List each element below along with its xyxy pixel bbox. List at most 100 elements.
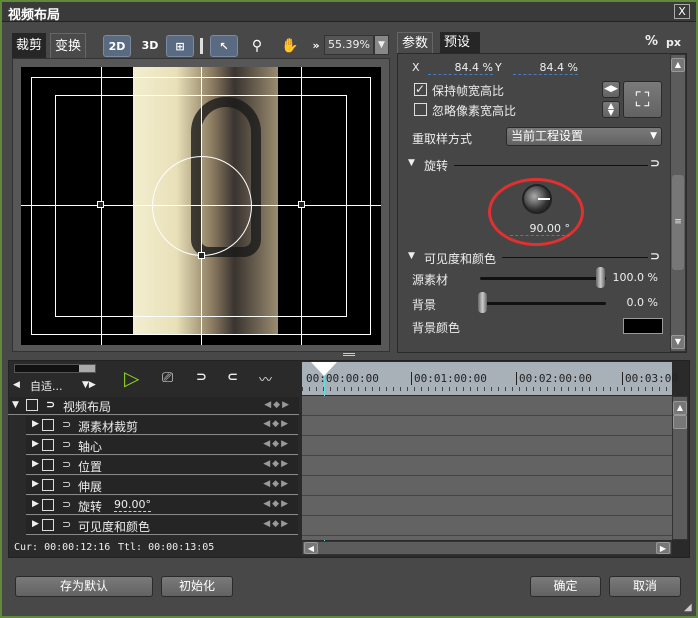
save-default-button[interactable]: 存为默认 xyxy=(15,576,153,597)
tab-transform[interactable]: 变换 xyxy=(50,33,87,58)
expand-icon[interactable]: ▶ xyxy=(32,479,39,489)
reset-visibility-icon[interactable]: ⊃ xyxy=(650,249,660,263)
reset-icon[interactable]: ⊃ xyxy=(62,518,71,531)
rotation-value-field[interactable]: 90.00 ° xyxy=(510,222,570,236)
flip-horizontal-button[interactable]: ◀▶ xyxy=(602,81,620,98)
resize-grip-icon[interactable]: ◢ xyxy=(684,602,692,613)
reset-icon[interactable]: ⊃ xyxy=(62,498,71,511)
play-icon[interactable]: ▷ xyxy=(124,366,139,390)
keyframe-nav[interactable]: ◀◆▶ xyxy=(263,419,290,429)
track-row[interactable]: ▶ ⊃ 源素材裁剪 ◀◆▶ xyxy=(26,416,298,435)
expand-icon[interactable]: ▶ xyxy=(32,459,39,469)
y-value-field[interactable]: 84.4 % xyxy=(513,61,578,75)
reset-icon[interactable]: ⊃ xyxy=(62,458,71,471)
track-checkbox[interactable] xyxy=(42,479,54,491)
expand-icon[interactable]: ▶ xyxy=(32,519,39,529)
scroll-thumb[interactable]: ≡ xyxy=(672,175,684,270)
ignore-pixel-aspect-checkbox[interactable] xyxy=(414,103,427,116)
zoom-prev-icon[interactable]: ◀ xyxy=(13,380,20,390)
handle-left[interactable] xyxy=(97,201,104,208)
scroll-thumb[interactable] xyxy=(673,415,687,429)
track-row[interactable]: ▶ ⊃ 旋转 90.00° ◀◆▶ xyxy=(26,496,298,515)
grid-button[interactable]: ⊞ xyxy=(166,35,194,57)
resample-dropdown[interactable]: 当前工程设置 ▼ xyxy=(506,127,662,146)
2d-mode-button[interactable]: 2D xyxy=(103,35,131,57)
keep-aspect-checkbox[interactable]: ✓ xyxy=(414,83,427,96)
bg-value[interactable]: 0.0 % xyxy=(612,296,658,309)
tab-crop[interactable]: 裁剪 xyxy=(12,33,47,58)
unit-px-button[interactable]: px xyxy=(666,36,681,49)
keyframe-nav[interactable]: ◀◆▶ xyxy=(263,439,290,449)
fit-frame-button[interactable]: ⛶ xyxy=(623,81,662,118)
reset-icon[interactable]: ⊃ xyxy=(62,438,71,451)
source-slider-thumb[interactable] xyxy=(596,267,605,288)
keyframe-nav[interactable]: ◀◆▶ xyxy=(263,479,290,489)
scroll-down-button[interactable]: ▼ xyxy=(671,335,685,349)
track-checkbox[interactable] xyxy=(42,419,54,431)
rotation-track-value[interactable]: 90.00° xyxy=(114,498,151,512)
ok-button[interactable]: 确定 xyxy=(530,576,601,597)
track-checkbox[interactable] xyxy=(42,459,54,471)
handle-bottom[interactable] xyxy=(198,252,205,259)
keyframe-nav[interactable]: ◀◆▶ xyxy=(263,499,290,509)
reset-icon[interactable]: ⊃ xyxy=(46,398,55,411)
track-checkbox[interactable] xyxy=(42,499,54,511)
hand-tool-button[interactable]: ✋ xyxy=(276,35,304,57)
expand-icon[interactable]: ▶ xyxy=(32,439,39,449)
track-checkbox[interactable] xyxy=(42,439,54,451)
timeline-v-scrollbar[interactable]: ▲ xyxy=(672,396,688,540)
params-scrollbar[interactable]: ▲ ≡ ▼ xyxy=(670,54,686,352)
keyframe-tracks-area[interactable] xyxy=(302,396,672,540)
track-row[interactable]: ▶ ⊃ 轴心 ◀◆▶ xyxy=(26,436,298,455)
timeline-zoom-slider[interactable] xyxy=(14,364,96,373)
x-value-field[interactable]: 84.4 % xyxy=(428,61,493,75)
curve-icon[interactable]: 〰 xyxy=(259,369,272,388)
zoom-dropdown-icon[interactable]: ▼▶ xyxy=(82,380,96,390)
zoom-mode-label[interactable]: 自适... xyxy=(30,378,63,394)
tab-presets[interactable]: 预设 xyxy=(440,32,480,54)
collapse-icon[interactable]: ▼ xyxy=(12,400,19,410)
bg-slider-track[interactable] xyxy=(480,302,606,305)
track-header-row[interactable]: ▼ ⊃ 视频布局 ◀◆▶ xyxy=(8,397,299,415)
handle-right[interactable] xyxy=(298,201,305,208)
select-button[interactable]: ↖ xyxy=(210,35,238,57)
keyframe-nav[interactable]: ◀◆▶ xyxy=(263,459,290,469)
next-keyframe-icon[interactable]: ⊂ xyxy=(227,370,238,385)
keyframe-nav[interactable]: ◀◆▶ xyxy=(264,400,291,410)
reset-icon[interactable]: ⊃ xyxy=(62,418,71,431)
track-checkbox[interactable] xyxy=(26,399,38,411)
scroll-left-button[interactable]: ◀ xyxy=(304,542,318,554)
scroll-right-button[interactable]: ▶ xyxy=(656,542,670,554)
unit-percent-button[interactable]: % xyxy=(645,34,658,49)
zoom-dropdown-button[interactable]: ▼ xyxy=(374,35,389,55)
zoom-tool-button[interactable]: ⚲ xyxy=(243,35,271,57)
track-checkbox[interactable] xyxy=(42,519,54,531)
scroll-up-button[interactable]: ▲ xyxy=(673,401,687,415)
track-row[interactable]: ▶ ⊃ 可见度和颜色 ◀◆▶ xyxy=(26,516,298,535)
rotation-dial[interactable] xyxy=(522,184,552,214)
flip-vertical-button[interactable]: ▲ ▼ xyxy=(602,101,620,118)
expand-icon[interactable]: ▶ xyxy=(32,499,39,509)
keyframe-nav[interactable]: ◀◆▶ xyxy=(263,519,290,529)
loop-preview-icon[interactable]: ⎚ xyxy=(162,370,173,386)
timeline-h-scrollbar[interactable]: ◀ ▶ xyxy=(302,541,672,555)
cancel-button[interactable]: 取消 xyxy=(609,576,681,597)
timeline-ruler[interactable]: 00:00:00:00 00:01:00:00 00:02:00:00 00:0… xyxy=(302,362,678,395)
scroll-up-button[interactable]: ▲ xyxy=(671,58,685,72)
rotation-handle-circle[interactable] xyxy=(152,156,252,256)
track-row[interactable]: ▶ ⊃ 位置 ◀◆▶ xyxy=(26,456,298,475)
title-bar[interactable]: 视频布局 X xyxy=(2,2,696,23)
tab-params[interactable]: 参数 xyxy=(397,32,434,54)
initialize-button[interactable]: 初始化 xyxy=(161,576,233,597)
bg-color-swatch[interactable] xyxy=(623,318,663,334)
bg-slider-thumb[interactable] xyxy=(478,292,487,313)
preview-canvas[interactable] xyxy=(21,67,381,345)
playhead-handle[interactable] xyxy=(311,362,337,376)
close-button[interactable]: X xyxy=(674,4,690,19)
3d-mode-button[interactable]: 3D xyxy=(136,35,164,57)
reset-icon[interactable]: ⊃ xyxy=(62,478,71,491)
expand-icon[interactable]: ▶ xyxy=(32,419,39,429)
source-value[interactable]: 100.0 % xyxy=(612,271,658,284)
collapse-visibility-icon[interactable]: ▼ xyxy=(408,251,415,261)
collapse-rotation-icon[interactable]: ▼ xyxy=(408,158,415,168)
